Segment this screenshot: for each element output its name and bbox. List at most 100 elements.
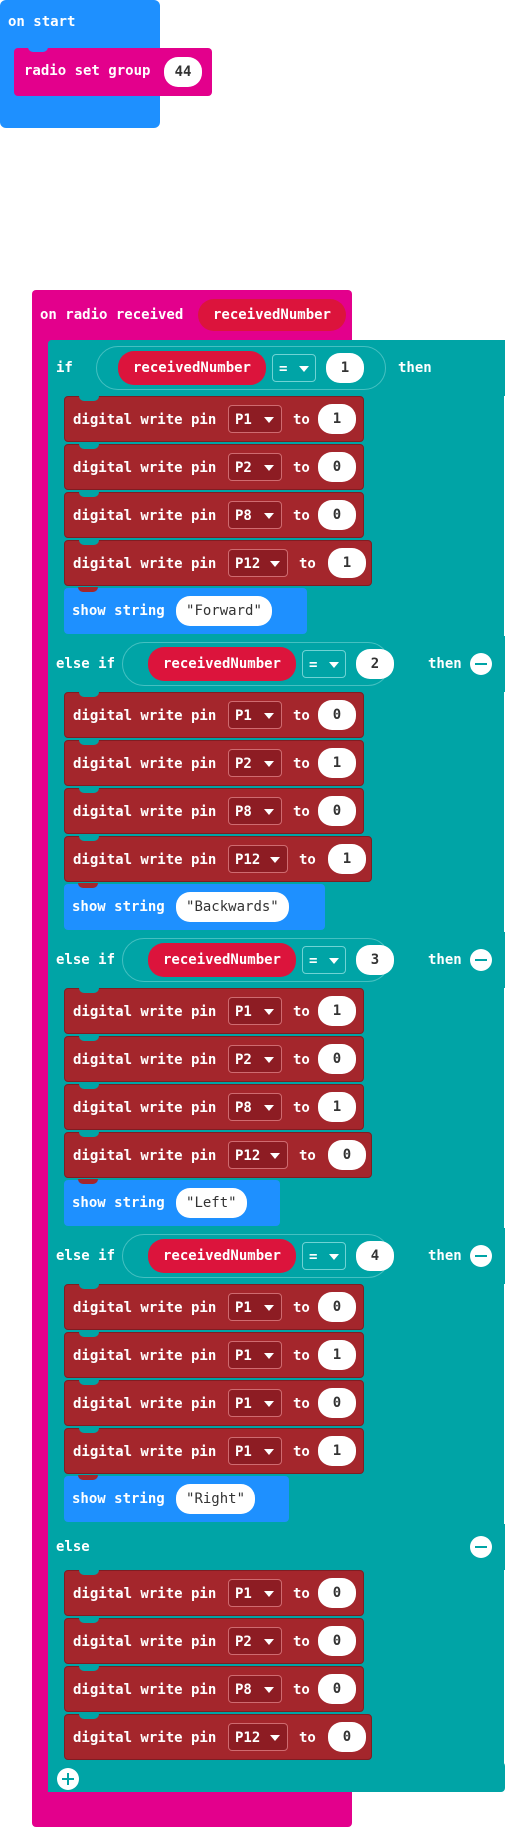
minus-circle-icon[interactable] — [470, 1245, 492, 1267]
operator-dropdown[interactable]: = — [272, 354, 316, 382]
digital-write-pin-block[interactable]: digital write pin P8 to 1 — [64, 1084, 364, 1130]
operator-dropdown[interactable]: = — [302, 1242, 346, 1270]
compare-value-input[interactable]: 3 — [356, 945, 394, 975]
digital-write-pin-block[interactable]: digital write pin P1 to 0 — [64, 692, 364, 738]
block-notch — [78, 1179, 98, 1184]
pin-value-input[interactable]: 1 — [318, 748, 356, 778]
string-value-input[interactable]: "Backwards" — [176, 892, 289, 922]
pin-dropdown[interactable]: P12 — [228, 549, 288, 577]
plus-circle-icon[interactable] — [57, 1768, 79, 1790]
pin-dropdown[interactable]: P8 — [228, 501, 282, 529]
pin-dropdown[interactable]: P12 — [228, 1141, 288, 1169]
minus-circle-icon[interactable] — [470, 1536, 492, 1558]
pin-dropdown[interactable]: P2 — [228, 749, 282, 777]
pin-dropdown[interactable]: P1 — [228, 1579, 282, 1607]
radio-set-group-block[interactable]: radio set group 44 — [14, 47, 212, 96]
pin-dropdown[interactable]: P2 — [228, 1627, 282, 1655]
pin-dropdown[interactable]: P2 — [228, 453, 282, 481]
pin-dropdown[interactable]: P1 — [228, 997, 282, 1025]
pin-value-input[interactable]: 0 — [318, 1674, 356, 1704]
pin-value-input[interactable]: 1 — [318, 404, 356, 434]
show-string-block[interactable]: show string "Right" — [64, 1475, 289, 1522]
show-string-block[interactable]: show string "Backwards" — [64, 883, 325, 930]
pin-dropdown[interactable]: P1 — [228, 1437, 282, 1465]
digital-write-pin-block[interactable]: digital write pin P12 to 0 — [64, 1714, 372, 1760]
digital-write-pin-label: digital write pin — [73, 1100, 217, 1116]
pin-dropdown[interactable]: P8 — [228, 797, 282, 825]
pin-value-input[interactable]: 1 — [318, 1092, 356, 1122]
received-number-variable[interactable]: receivedNumber — [148, 1239, 296, 1273]
digital-write-pin-block[interactable]: digital write pin P8 to 0 — [64, 788, 364, 834]
show-string-block[interactable]: show string "Forward" — [64, 587, 307, 634]
digital-write-pin-block[interactable]: digital write pin P1 to 1 — [64, 1428, 364, 1474]
digital-write-pin-block[interactable]: digital write pin P1 to 0 — [64, 1284, 364, 1330]
dropdown-caret-icon — [329, 662, 339, 668]
to-label: to — [299, 852, 316, 868]
digital-write-pin-block[interactable]: digital write pin P1 to 0 — [64, 1570, 364, 1616]
dropdown-caret-icon — [264, 1353, 274, 1359]
operator-dropdown[interactable]: = — [302, 650, 346, 678]
pin-dropdown[interactable]: P1 — [228, 1389, 282, 1417]
string-value-input[interactable]: "Forward" — [176, 596, 272, 626]
pin-value-input[interactable]: 1 — [318, 1436, 356, 1466]
digital-write-pin-block[interactable]: digital write pin P12 to 1 — [64, 540, 372, 586]
digital-write-pin-block[interactable]: digital write pin P2 to 0 — [64, 444, 364, 490]
pin-value-input[interactable]: 0 — [328, 1722, 366, 1752]
minus-circle-icon[interactable] — [470, 653, 492, 675]
pin-dropdown[interactable]: P1 — [228, 701, 282, 729]
digital-write-pin-label: digital write pin — [73, 1052, 217, 1068]
digital-write-pin-block[interactable]: digital write pin P1 to 0 — [64, 1380, 364, 1426]
pin-value-input[interactable]: 0 — [318, 452, 356, 482]
digital-write-pin-block[interactable]: digital write pin P1 to 1 — [64, 988, 364, 1034]
digital-write-pin-block[interactable]: digital write pin P12 to 0 — [64, 1132, 372, 1178]
pin-dropdown[interactable]: P1 — [228, 1293, 282, 1321]
pin-value-input[interactable]: 0 — [318, 1388, 356, 1418]
digital-write-pin-block[interactable]: digital write pin P1 to 1 — [64, 396, 364, 442]
received-number-variable[interactable]: receivedNumber — [148, 647, 296, 681]
compare-value-input[interactable]: 1 — [326, 353, 364, 383]
operator-dropdown[interactable]: = — [302, 946, 346, 974]
pin-value-input[interactable]: 0 — [318, 1578, 356, 1608]
string-value-input[interactable]: "Left" — [176, 1188, 247, 1218]
digital-write-pin-block[interactable]: digital write pin P8 to 0 — [64, 492, 364, 538]
pin-value-input[interactable]: 0 — [318, 700, 356, 730]
pin-dropdown[interactable]: P8 — [228, 1093, 282, 1121]
pin-value-input[interactable]: 0 — [318, 500, 356, 530]
digital-write-pin-block[interactable]: digital write pin P2 to 0 — [64, 1618, 364, 1664]
pin-dropdown[interactable]: P12 — [228, 845, 288, 873]
block-notch — [79, 540, 99, 545]
received-number-variable[interactable]: receivedNumber — [118, 351, 266, 385]
pin-value-input[interactable]: 1 — [328, 844, 366, 874]
pin-value-input[interactable]: 0 — [318, 796, 356, 826]
pin-value-input[interactable]: 0 — [318, 1292, 356, 1322]
pin-value-input[interactable]: 0 — [328, 1140, 366, 1170]
pin-dropdown[interactable]: P8 — [228, 1675, 282, 1703]
show-string-block[interactable]: show string "Left" — [64, 1179, 280, 1226]
compare-value-input[interactable]: 4 — [356, 1241, 394, 1271]
group-number-input[interactable]: 44 — [164, 57, 202, 87]
digital-write-pin-block[interactable]: digital write pin P1 to 1 — [64, 1332, 364, 1378]
minus-circle-icon[interactable] — [470, 949, 492, 971]
pin-dropdown[interactable]: P1 — [228, 1341, 282, 1369]
digital-write-pin-block[interactable]: digital write pin P2 to 0 — [64, 1036, 364, 1082]
else-row[interactable] — [48, 1524, 505, 1570]
compare-value-input[interactable]: 2 — [356, 649, 394, 679]
pin-value-input[interactable]: 1 — [318, 996, 356, 1026]
to-label: to — [293, 412, 310, 428]
digital-write-pin-label: digital write pin — [73, 1348, 217, 1364]
pin-dropdown[interactable]: P1 — [228, 405, 282, 433]
pin-dropdown[interactable]: P12 — [228, 1723, 288, 1751]
received-number-parameter[interactable]: receivedNumber — [198, 299, 346, 331]
digital-write-pin-block[interactable]: digital write pin P12 to 1 — [64, 836, 372, 882]
to-label: to — [293, 1100, 310, 1116]
digital-write-pin-block[interactable]: digital write pin P2 to 1 — [64, 740, 364, 786]
pin-value-input[interactable]: 1 — [328, 548, 366, 578]
received-number-variable[interactable]: receivedNumber — [148, 943, 296, 977]
digital-write-pin-label: digital write pin — [73, 1004, 217, 1020]
pin-value-input[interactable]: 0 — [318, 1044, 356, 1074]
digital-write-pin-block[interactable]: digital write pin P8 to 0 — [64, 1666, 364, 1712]
string-value-input[interactable]: "Right" — [176, 1484, 256, 1514]
pin-value-input[interactable]: 1 — [318, 1340, 356, 1370]
pin-dropdown[interactable]: P2 — [228, 1045, 282, 1073]
pin-value-input[interactable]: 0 — [318, 1626, 356, 1656]
